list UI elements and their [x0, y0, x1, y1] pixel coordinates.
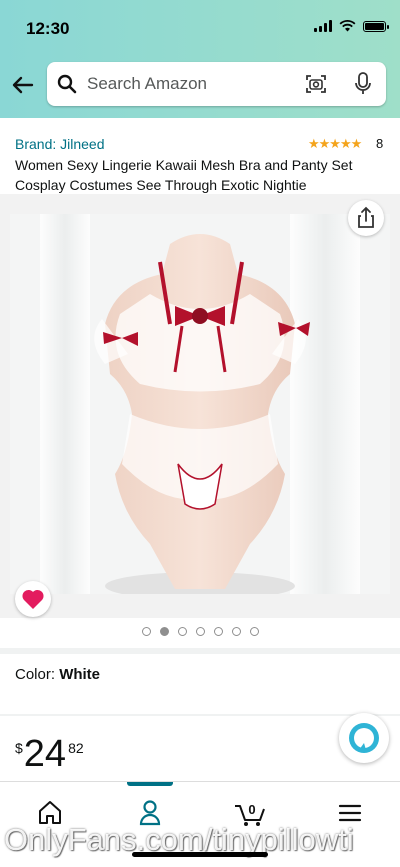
- app-header: 12:30: [0, 0, 400, 118]
- star-rating[interactable]: ★★★★★: [308, 136, 362, 152]
- active-tab-indicator: [127, 782, 173, 786]
- status-bar: 12:30: [0, 0, 400, 56]
- product-photo-illustration: [10, 214, 390, 594]
- alexa-icon: [349, 723, 379, 753]
- cart-count: 0: [248, 802, 255, 817]
- share-button[interactable]: [348, 200, 384, 236]
- product-image[interactable]: [10, 214, 390, 594]
- pagination-dot[interactable]: [141, 627, 151, 636]
- price-whole: 24: [23, 733, 67, 775]
- search-bar[interactable]: [47, 62, 386, 106]
- pagination-dot[interactable]: [177, 627, 187, 636]
- color-value: White: [59, 666, 101, 683]
- divider: [0, 648, 400, 654]
- camera-icon[interactable]: [305, 73, 327, 95]
- back-arrow-icon[interactable]: [10, 72, 36, 98]
- search-input[interactable]: [87, 70, 297, 98]
- pagination-dot[interactable]: [159, 627, 169, 636]
- alexa-button[interactable]: [339, 713, 389, 763]
- price-symbol: $: [15, 740, 23, 756]
- pagination-dot[interactable]: [195, 627, 205, 636]
- brand-link[interactable]: Brand: Jilneed: [15, 136, 105, 152]
- status-icons: [314, 20, 389, 32]
- share-icon: [358, 206, 374, 228]
- image-pagination[interactable]: [0, 627, 400, 636]
- rating-count[interactable]: 8: [376, 136, 383, 151]
- mic-icon[interactable]: [354, 72, 372, 96]
- product-title: Women Sexy Lingerie Kawaii Mesh Bra and …: [15, 157, 353, 193]
- pagination-dot[interactable]: [213, 627, 223, 636]
- battery-icon: [363, 20, 389, 32]
- search-icon: [57, 74, 77, 94]
- wifi-icon: [339, 20, 356, 32]
- image-gallery[interactable]: [0, 194, 400, 618]
- stars-display: ★★★★★: [308, 136, 362, 151]
- price: $ 24 82: [15, 734, 84, 774]
- pagination-dot[interactable]: [249, 627, 259, 636]
- status-time: 12:30: [26, 19, 70, 38]
- price-fraction: 82: [68, 740, 84, 756]
- signal-icon: [314, 20, 332, 32]
- home-indicator: [132, 852, 268, 857]
- pagination-dot[interactable]: [231, 627, 241, 636]
- color-selection: Color: White: [15, 666, 100, 683]
- wishlist-button[interactable]: [15, 581, 51, 617]
- color-label: Color:: [15, 666, 56, 683]
- heart-icon: [22, 589, 44, 609]
